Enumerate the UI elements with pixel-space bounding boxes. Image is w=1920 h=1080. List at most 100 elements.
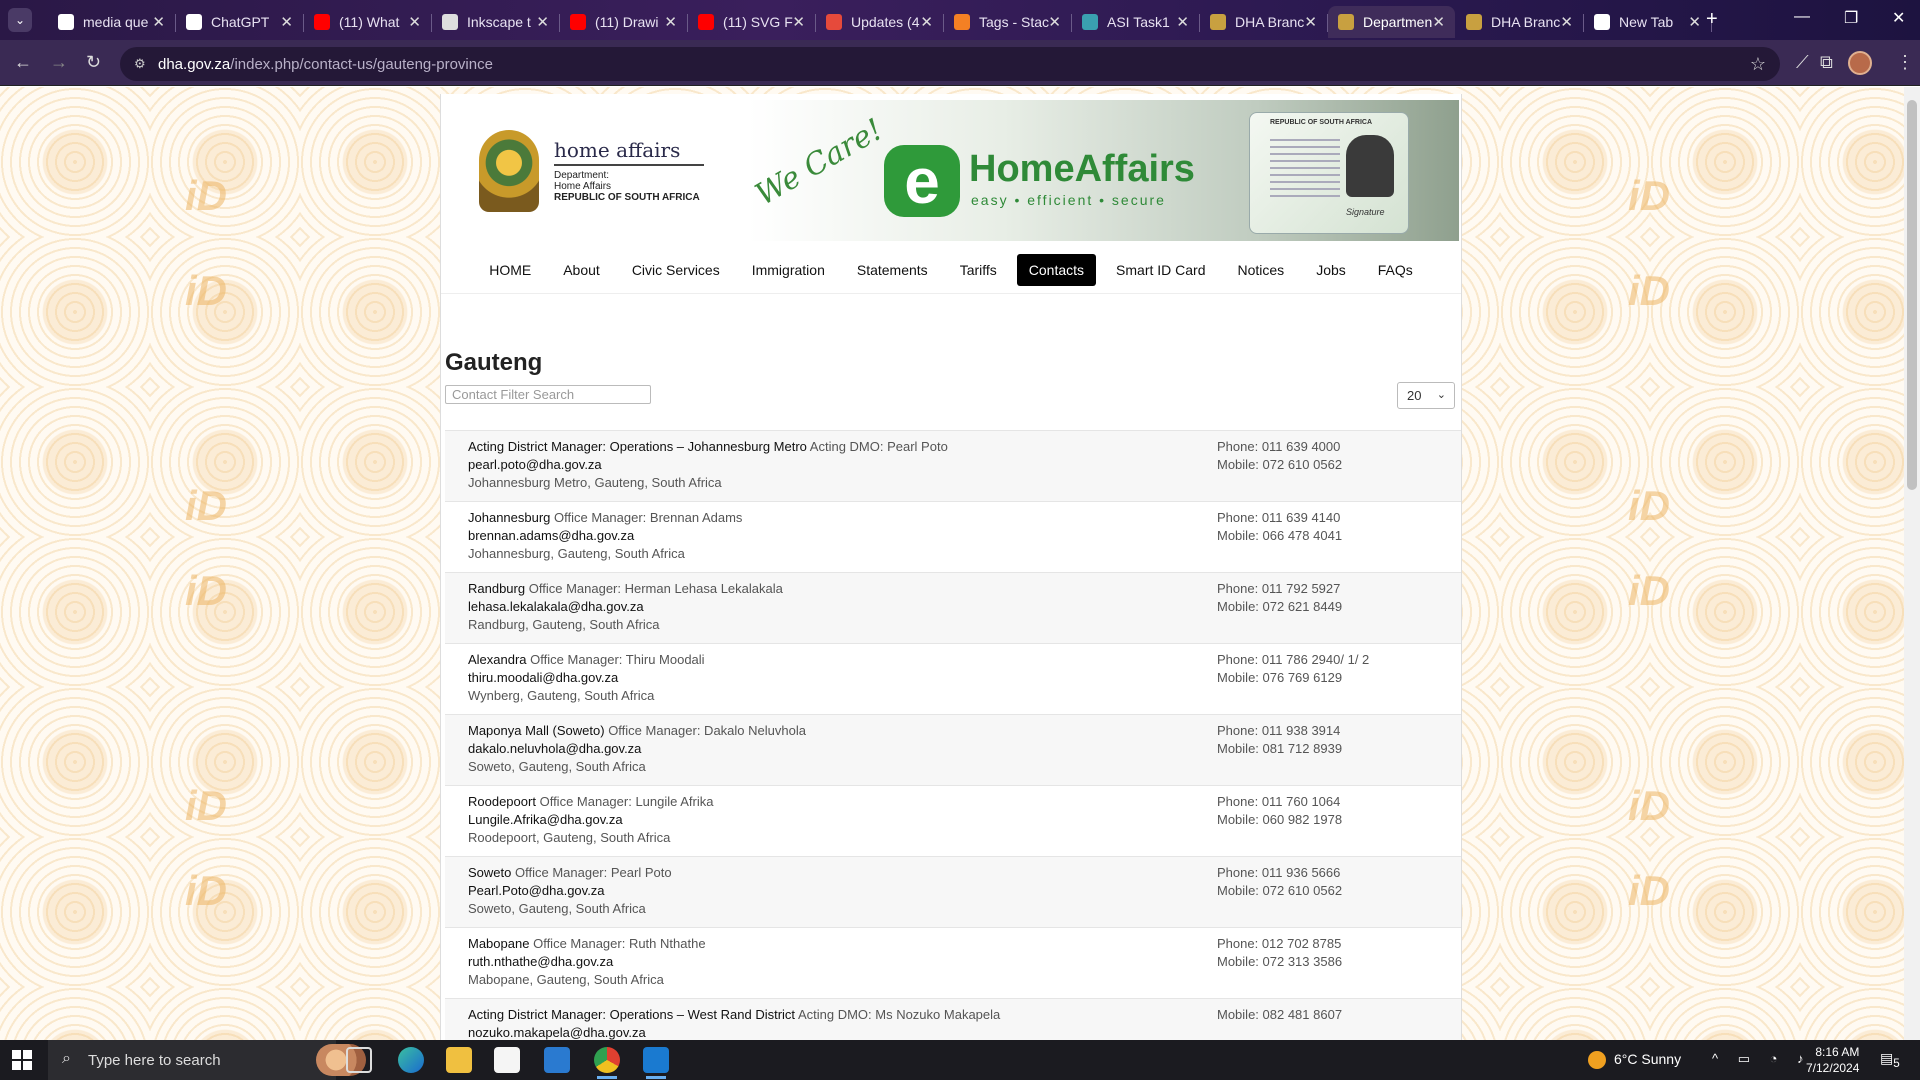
extensions-puzzle-icon[interactable]: ⧉ <box>1820 52 1833 73</box>
contact-filter-search-input[interactable]: Contact Filter Search <box>445 385 651 404</box>
browser-tab[interactable]: (11) Drawi ✕ <box>560 6 688 38</box>
contact-email-link[interactable]: nozuko.makapela@dha.gov.za <box>468 1025 646 1040</box>
vscode-icon[interactable] <box>643 1047 669 1079</box>
close-tab-icon[interactable]: ✕ <box>920 13 933 31</box>
tab-strip: media que ✕ ChatGPT ✕ (11) What ✕ Inkscape t ✕(… <box>48 6 1712 40</box>
taskbar-clock[interactable]: 8:16 AM 7/12/2024 <box>1806 1044 1859 1076</box>
close-tab-icon[interactable]: ✕ <box>1048 13 1061 31</box>
browser-tab[interactable]: Tags - Stac ✕ <box>944 6 1072 38</box>
nav-item-contacts[interactable]: Contacts <box>1016 253 1097 286</box>
contact-row: Soweto Office Manager: Pearl Poto Pearl.P… <box>445 856 1461 927</box>
microsoft-store-icon[interactable] <box>494 1047 520 1073</box>
contact-email-link[interactable]: ruth.nthathe@dha.gov.za <box>468 954 613 969</box>
file-explorer-icon[interactable] <box>446 1047 472 1073</box>
taskbar-search-box[interactable]: ⌕ Type here to search <box>48 1040 366 1080</box>
nav-item-smart-id-card[interactable]: Smart ID Card <box>1104 254 1217 286</box>
nav-item-immigration[interactable]: Immigration <box>740 254 837 286</box>
nav-item-about[interactable]: About <box>551 254 612 286</box>
address-bar[interactable]: ⚙ dha.gov.za/index.php/contact-us/gauten… <box>120 47 1780 81</box>
tab-label: ASI Task1 <box>1107 14 1170 30</box>
contact-office: Maponya Mall (Soweto) <box>468 723 605 738</box>
forward-button[interactable]: → <box>50 52 68 73</box>
profile-avatar[interactable] <box>1848 51 1872 75</box>
stackoverflow-icon <box>954 14 970 30</box>
coat-of-arms-logo[interactable] <box>479 130 539 212</box>
contact-office: Mabopane <box>468 936 530 951</box>
close-tab-icon[interactable]: ✕ <box>536 13 549 31</box>
contact-email-link[interactable]: Pearl.Poto@dha.gov.za <box>468 883 605 898</box>
menu-kebab-icon[interactable]: ⋮ <box>1896 52 1914 73</box>
idcard-title: REPUBLIC OF SOUTH AFRICA <box>1270 119 1373 126</box>
minimize-button[interactable]: — <box>1794 8 1810 26</box>
close-tab-icon[interactable]: ✕ <box>664 13 677 31</box>
contact-role: Office Manager: Ruth Nthathe <box>533 936 706 951</box>
close-tab-icon[interactable]: ✕ <box>280 13 293 31</box>
smart-id-card-image: REPUBLIC OF SOUTH AFRICA Signature <box>1249 112 1409 234</box>
browser-tab[interactable]: media que ✕ <box>48 6 176 38</box>
id-watermark: iD <box>185 782 227 829</box>
browser-tab[interactable]: (11) SVG F ✕ <box>688 6 816 38</box>
restore-button[interactable]: ❐ <box>1844 8 1858 28</box>
contact-mobile: Mobile: 072 621 8449 <box>1217 599 1343 614</box>
close-tab-icon[interactable]: ✕ <box>792 13 805 31</box>
notification-center-icon[interactable]: ▤5 <box>1880 1050 1900 1070</box>
close-tab-icon[interactable]: ✕ <box>1176 13 1189 31</box>
contact-phone: Phone: 011 792 5927 <box>1217 581 1341 596</box>
nav-item-faqs[interactable]: FAQs <box>1366 254 1425 286</box>
tab-search-button[interactable]: ⌄ <box>8 8 32 32</box>
browser-tab[interactable]: Updates (4 ✕ <box>816 6 944 38</box>
system-tray-icons[interactable]: ^ ▭ ◔ ♪ <box>1712 1051 1812 1067</box>
browser-tab[interactable]: DHA Branc ✕ <box>1456 6 1584 38</box>
contact-role: Office Manager: Pearl Poto <box>515 865 672 880</box>
contact-phone: Phone: 011 639 4140 <box>1217 510 1341 525</box>
contact-heading: Maponya Mall (Soweto) Office Manager: Da… <box>468 723 806 738</box>
contact-email-link[interactable]: pearl.poto@dha.gov.za <box>468 457 602 472</box>
reload-button[interactable]: ↻ <box>86 52 101 73</box>
extension-icon[interactable]: ⟋ <box>1796 52 1809 73</box>
nav-item-home[interactable]: HOME <box>477 254 543 286</box>
contact-email-link[interactable]: dakalo.neluvhola@dha.gov.za <box>468 741 641 756</box>
windows-start-icon[interactable] <box>12 1050 32 1070</box>
close-tab-icon[interactable]: ✕ <box>408 13 421 31</box>
weather-widget[interactable]: 6°C Sunny <box>1588 1051 1681 1070</box>
contact-email-link[interactable]: lehasa.lekalakala@dha.gov.za <box>468 599 644 614</box>
browser-tab[interactable]: DHA Branc ✕ <box>1200 6 1328 38</box>
contact-office: Johannesburg <box>468 510 551 525</box>
dept-logo-text[interactable]: home affairs Department: Home Affairs RE… <box>554 138 704 203</box>
close-tab-icon[interactable]: ✕ <box>1432 13 1445 31</box>
page-viewport: iD iD iD iD iD iD iD iD iD iD iD iD home… <box>0 87 1904 1040</box>
browser-tab[interactable]: Inkscape t ✕ <box>432 6 560 38</box>
edge-icon[interactable] <box>398 1047 424 1073</box>
chrome-taskbar-icon[interactable] <box>594 1047 620 1079</box>
nav-item-jobs[interactable]: Jobs <box>1304 254 1358 286</box>
close-window-button[interactable]: ✕ <box>1892 8 1905 28</box>
contact-email-link[interactable]: Lungile.Afrika@dha.gov.za <box>468 812 623 827</box>
bookmark-star-icon[interactable]: ☆ <box>1750 54 1766 75</box>
tab-label: (11) What <box>339 14 400 30</box>
browser-tab[interactable]: ChatGPT ✕ <box>176 6 304 38</box>
browser-tab[interactable]: New Tab ✕ <box>1584 6 1712 38</box>
contact-row: Acting District Manager: Operations – We… <box>445 998 1461 1040</box>
close-tab-icon[interactable]: ✕ <box>1304 13 1317 31</box>
browser-tab[interactable]: (11) What ✕ <box>304 6 432 38</box>
close-tab-icon[interactable]: ✕ <box>152 13 165 31</box>
close-tab-icon[interactable]: ✕ <box>1560 13 1573 31</box>
browser-tab[interactable]: Departmen ✕ <box>1328 6 1455 38</box>
site-info-icon[interactable]: ⚙ <box>134 56 146 72</box>
asi-icon <box>1082 14 1098 30</box>
contact-role: Office Manager: Brennan Adams <box>554 510 743 525</box>
task-view-icon[interactable] <box>346 1047 372 1073</box>
browser-tab[interactable]: ASI Task1 ✕ <box>1072 6 1200 38</box>
nav-item-statements[interactable]: Statements <box>845 254 940 286</box>
mail-icon[interactable] <box>544 1047 570 1073</box>
nav-item-civic-services[interactable]: Civic Services <box>620 254 732 286</box>
contact-email-link[interactable]: brennan.adams@dha.gov.za <box>468 528 634 543</box>
display-limit-select[interactable]: 20 ⌄ <box>1397 382 1455 409</box>
new-tab-button[interactable]: + <box>1706 8 1718 31</box>
back-button[interactable]: ← <box>14 52 32 73</box>
scrollbar-thumb[interactable] <box>1907 100 1917 490</box>
nav-item-tariffs[interactable]: Tariffs <box>948 254 1009 286</box>
contact-email-link[interactable]: thiru.moodali@dha.gov.za <box>468 670 618 685</box>
close-tab-icon[interactable]: ✕ <box>1688 13 1701 31</box>
nav-item-notices[interactable]: Notices <box>1226 254 1297 286</box>
